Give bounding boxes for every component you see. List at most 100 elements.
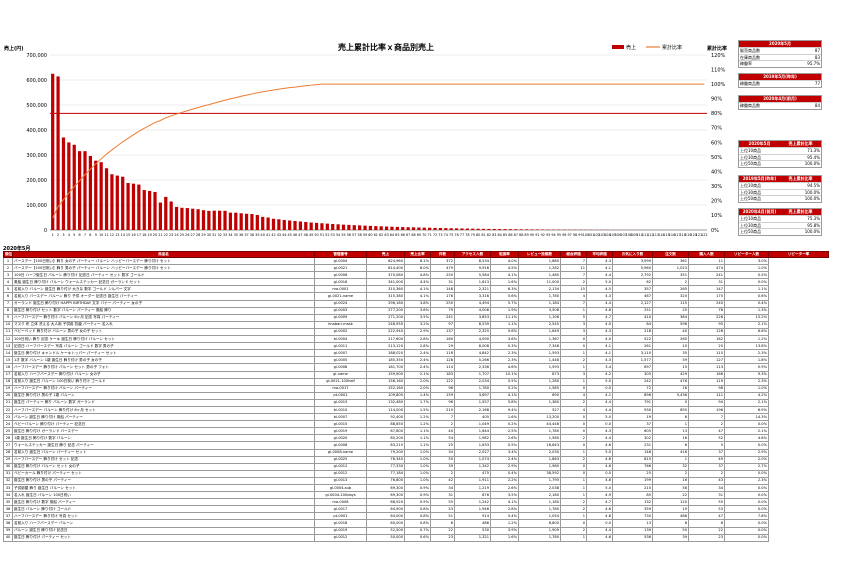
x-tick-label: 45 (287, 233, 291, 237)
table-cell: 1,680 (518, 256, 561, 266)
table-cell: gl-0021 (314, 264, 367, 273)
x-tick-label: 25 (180, 233, 184, 237)
table-cell: 218 (612, 327, 653, 337)
table-cell: 4.4% (404, 278, 431, 287)
table-cell: 0.6% (724, 292, 769, 301)
table-cell: 315,380 (366, 292, 405, 301)
table-cell: gl-0008 (314, 363, 367, 372)
table-cell: gl-0004-100days (314, 491, 367, 500)
summary-value: 83 (814, 54, 820, 60)
table-cell: 0.9% (404, 491, 431, 500)
bar (460, 228, 464, 230)
table-cell: 1.6% (490, 278, 519, 287)
bar (314, 222, 319, 230)
summary-value: 100.0% (804, 189, 820, 195)
table-cell: 4.3 (586, 327, 613, 337)
x-tick-label: 51 (320, 233, 324, 237)
table-cell: 4 (560, 405, 587, 415)
table-cell: 13 (612, 519, 653, 528)
table-cell: 79,200 (366, 448, 405, 457)
x-tick-label: 50 (314, 233, 318, 237)
table-cell: 0.8% (404, 512, 431, 521)
table-cell: 1,863 (518, 455, 561, 464)
x-tick-label: 98 (573, 233, 577, 237)
table-cell: 0.0% (724, 420, 769, 429)
table-row: 18 名前入り 誕生日 バルーン 100日祝い 飾り付け ゴールド gl-0021-… (3, 377, 829, 386)
table-cell: 5.6% (490, 292, 519, 301)
table-cell: 4.3 (586, 256, 613, 266)
summary-key: 上位10商品 (740, 148, 762, 153)
table-cell: 5.0 (586, 448, 613, 457)
table-cell: 2,321 (454, 285, 491, 294)
summary-row: 上位50商品 100.0% (739, 160, 821, 167)
bar (341, 224, 346, 230)
table-cell: 6 (652, 519, 689, 528)
y-tick-label: 300,000 (26, 153, 47, 159)
table-cell: 166 (688, 370, 725, 379)
bar (535, 229, 539, 230)
table-cell: gl-0019 (314, 526, 367, 535)
x-tick-label: 76 (454, 233, 458, 237)
x-tick-label: 15 (126, 233, 130, 237)
legend-bar-label: 売上 (626, 44, 636, 51)
table-cell: 113 (688, 363, 725, 372)
table-cell: gl-0021-100half (314, 377, 367, 386)
x-tick-label: 1 (52, 233, 54, 237)
bar (67, 142, 71, 230)
table-cell: 3 (560, 320, 587, 329)
table-cell: 誕生日 パーティー 飾り バルーン 数字 ガーランド (12, 398, 315, 407)
table-cell: 1,448 (518, 356, 561, 365)
table-cell: 2.7% (724, 462, 769, 471)
table-cell: 79 (430, 306, 455, 315)
table-cell: 132,480 (366, 398, 405, 407)
table-cell: 1,580 (518, 434, 561, 443)
table-cell: 2.8% (404, 342, 431, 351)
table-cell: 0 (652, 398, 689, 407)
bar (261, 216, 265, 230)
table-cell: 5,960 (612, 264, 653, 273)
table-row: 27 ウォールステッカー 誕生日 飾り 記念 パーティー gl-0008 83,215… (3, 441, 829, 450)
table-cell: 873 (518, 370, 561, 379)
table-cell: 3,697 (454, 391, 491, 400)
summary-box-4-header: 2020年5月 売上累計比率 (739, 141, 821, 147)
table-cell: 1.1% (404, 427, 431, 436)
table-cell: 17 (3, 370, 13, 379)
table-cell: 370,080 (366, 271, 405, 280)
summary-box-5: 2019年5月(昨年) 売上累計比率 上位10商品 94.5% 上位30商品 100.… (738, 175, 822, 203)
table-cell: 1.7% (404, 398, 431, 407)
bar (158, 202, 163, 230)
table-cell: 162 (688, 335, 725, 344)
table-cell: 名前入り ハーフバースデー 飾り付け バルーン 女の子 (12, 370, 315, 379)
summary-row: 稼働商品数 77 (739, 80, 821, 87)
table-cell: 14.3% (724, 413, 769, 422)
table-cell: 42 (430, 476, 455, 486)
x-tick-label: 59 (363, 233, 367, 237)
table-cell: 2 (560, 455, 587, 464)
table-cell: 15 (3, 356, 13, 365)
x-tick-label: 83 (492, 233, 496, 237)
table-cell: 5,584 (454, 271, 491, 280)
table-cell: 5.8% (490, 398, 519, 407)
table-row: 7 ガーランド 誕生日 飾り付け HAPPY BIRTHDAY 文字 バナー パー… (3, 299, 829, 308)
table-cell: 31 (688, 491, 725, 500)
bar (433, 227, 437, 230)
table-cell: 176 (430, 292, 455, 301)
table-cell: 5 (3, 285, 13, 294)
table-cell: 250 (430, 299, 455, 308)
table-cell: 5.0 (586, 278, 613, 287)
table-cell: 16 (652, 434, 689, 443)
table-cell: 147 (688, 285, 725, 294)
table-cell: 2 (560, 505, 587, 514)
table-cell: 60,000 (366, 519, 405, 528)
table-cell: 2.8% (490, 505, 519, 514)
x-tick-label: 9 (95, 233, 97, 237)
table-cell: gl-name (314, 370, 367, 379)
bar (255, 215, 259, 230)
table-cell: 2.9% (490, 462, 519, 471)
table-cell: 62 (612, 278, 653, 287)
table-cell: 5.2% (490, 384, 519, 393)
table-cell: 4.5 (586, 285, 613, 294)
table-cell: 0.5% (490, 441, 519, 450)
table-cell: 429 (652, 370, 689, 379)
x-tick-label: 74 (444, 233, 448, 237)
